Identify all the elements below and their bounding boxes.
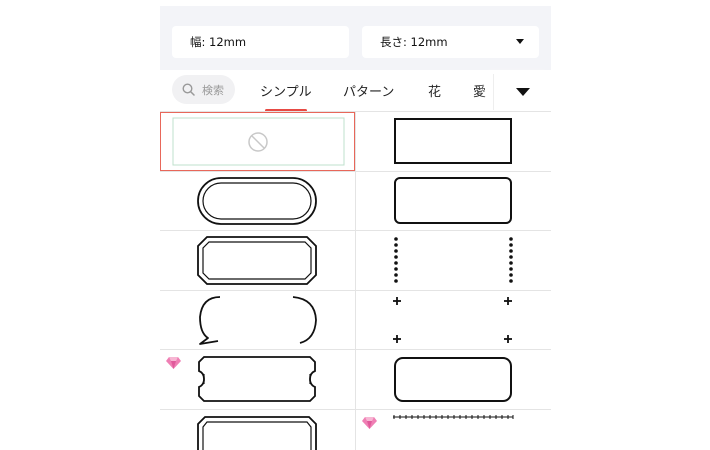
tab-pattern[interactable]: パターン (343, 81, 394, 100)
search-button[interactable]: 検索 (172, 75, 235, 104)
frame-option-rounded-rectangle-wide[interactable] (356, 350, 551, 409)
cut-corner-double-frame-preview (197, 416, 317, 450)
no-frame-preview (172, 117, 345, 166)
plus-line-frame-preview (393, 415, 514, 419)
label-frame-picker: 幅: 12mm 長さ: 12mm 検索 シンプル パターン 花 愛 (160, 0, 551, 450)
frame-option-octagon-double[interactable] (160, 231, 355, 290)
rounded-rectangle-frame-preview (394, 177, 512, 224)
length-dropdown[interactable]: 長さ: 12mm (362, 26, 539, 58)
more-categories-button[interactable] (493, 74, 551, 110)
width-dropdown[interactable]: 幅: 12mm (172, 26, 349, 58)
frame-option-speech-bubble[interactable] (160, 291, 355, 350)
category-tabs: 検索 シンプル パターン 花 愛 (160, 70, 551, 112)
tab-flower[interactable]: 花 (428, 81, 441, 100)
tab-simple[interactable]: シンプル (260, 81, 312, 100)
frame-option-cut-corner-double[interactable] (160, 410, 355, 450)
frame-option-rounded-rectangle[interactable] (356, 172, 551, 231)
no-symbol-icon (248, 132, 268, 152)
ticket-frame-preview (198, 356, 316, 402)
chevron-down-icon (516, 39, 524, 44)
rectangle-frame-preview (394, 118, 512, 164)
frame-option-pill-double[interactable] (160, 172, 355, 231)
plus-corners-frame-preview (393, 297, 512, 343)
rounded-rectangle-wide-frame-preview (394, 357, 512, 402)
frame-option-dotted-sides[interactable] (356, 231, 551, 290)
frame-option-none[interactable] (160, 112, 355, 171)
frame-grid (160, 111, 551, 450)
frame-option-plus-corners[interactable] (356, 291, 551, 350)
caret-down-icon (516, 88, 530, 96)
dotted-sides-frame-preview (394, 237, 513, 283)
width-dropdown-label: 幅: 12mm (190, 35, 247, 49)
premium-gem-icon (362, 417, 377, 429)
length-dropdown-label: 長さ: 12mm (380, 35, 448, 49)
pill-double-frame-preview (197, 177, 317, 225)
premium-gem-icon (166, 357, 181, 369)
search-placeholder: 検索 (202, 84, 224, 97)
frame-option-ticket[interactable] (160, 350, 355, 409)
size-header: 幅: 12mm 長さ: 12mm (160, 6, 551, 70)
octagon-double-frame-preview (197, 236, 317, 285)
frame-option-rectangle[interactable] (356, 112, 551, 171)
speech-bubble-frame-preview (199, 296, 317, 345)
frame-option-plus-line[interactable] (356, 410, 551, 450)
tab-love[interactable]: 愛 (473, 81, 486, 100)
search-icon (182, 83, 195, 96)
